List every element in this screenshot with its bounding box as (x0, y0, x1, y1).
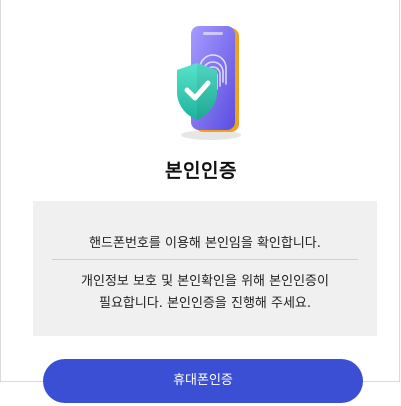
auth-card: 본인인증 핸드폰번호를 이용해 본인임을 확인합니다. 개인정보 보호 및 본인… (0, 0, 400, 382)
phone-verification-button[interactable]: 휴대폰인증 (43, 359, 363, 403)
info-description-line: 개인정보 보호 및 본인확인을 위해 본인인증이 (81, 274, 329, 289)
info-description: 개인정보 보호 및 본인확인을 위해 본인인증이 필요합니다. 본인인증을 진행… (33, 271, 377, 315)
illustration-svg (177, 26, 241, 140)
divider (52, 259, 358, 260)
info-description-line: 필요합니다. 본인인증을 진행해 주세요. (98, 296, 312, 311)
info-primary-text: 핸드폰번호를 이용해 본인임을 확인합니다. (89, 236, 321, 251)
phone-fingerprint-shield-icon (151, 22, 251, 142)
info-panel: 핸드폰번호를 이용해 본인임을 확인합니다. 개인정보 보호 및 본인확인을 위… (33, 201, 377, 336)
page-title: 본인인증 (165, 160, 237, 182)
